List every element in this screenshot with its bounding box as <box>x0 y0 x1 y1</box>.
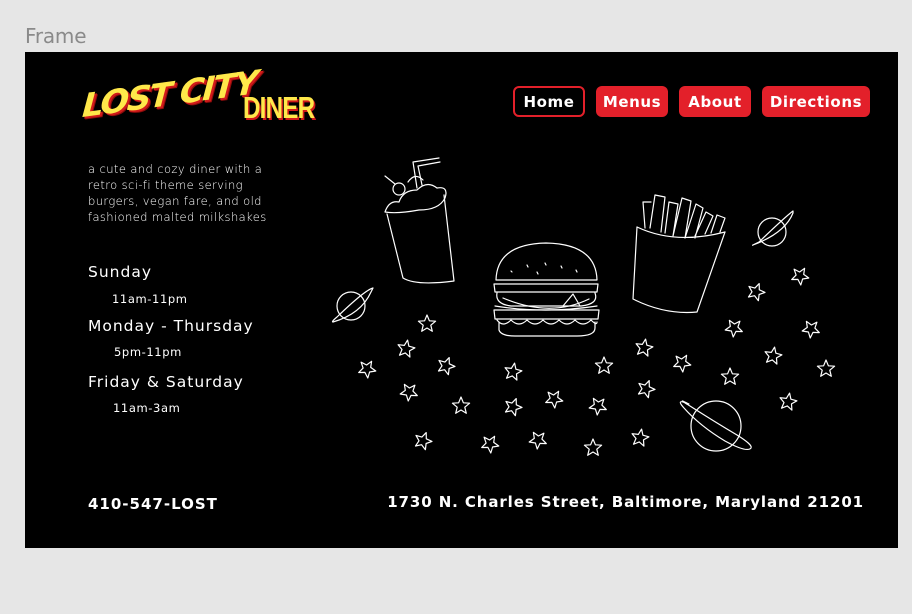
star-icon <box>504 362 523 381</box>
star-icon <box>637 380 656 399</box>
star-icon <box>545 390 564 409</box>
star-icon <box>437 357 456 376</box>
star-icon <box>720 367 740 385</box>
star-icon <box>724 319 743 338</box>
star-icon <box>588 397 607 416</box>
star-icon <box>397 339 416 358</box>
star-icon <box>631 428 650 447</box>
star-icon <box>358 360 377 379</box>
star-icon <box>791 267 810 286</box>
star-icon <box>747 283 766 302</box>
star-icon <box>399 383 418 402</box>
star-icon <box>673 354 692 373</box>
star-icon <box>635 338 654 357</box>
star-icon <box>583 438 603 456</box>
stars-layer <box>358 267 836 456</box>
star-icon <box>414 432 433 451</box>
star-icon <box>481 435 500 454</box>
star-icon <box>528 431 547 450</box>
star-icon <box>801 320 820 339</box>
star-icon <box>417 314 437 332</box>
star-icon <box>779 392 798 411</box>
star-icon <box>816 359 836 377</box>
diner-homepage-frame: LOST CITY DINER Home Menus About Directi… <box>25 52 898 548</box>
star-icon <box>764 346 783 365</box>
star-icon <box>451 396 471 414</box>
star-icon <box>504 398 523 417</box>
frame-label: Frame <box>25 24 87 48</box>
star-icon <box>594 356 614 374</box>
